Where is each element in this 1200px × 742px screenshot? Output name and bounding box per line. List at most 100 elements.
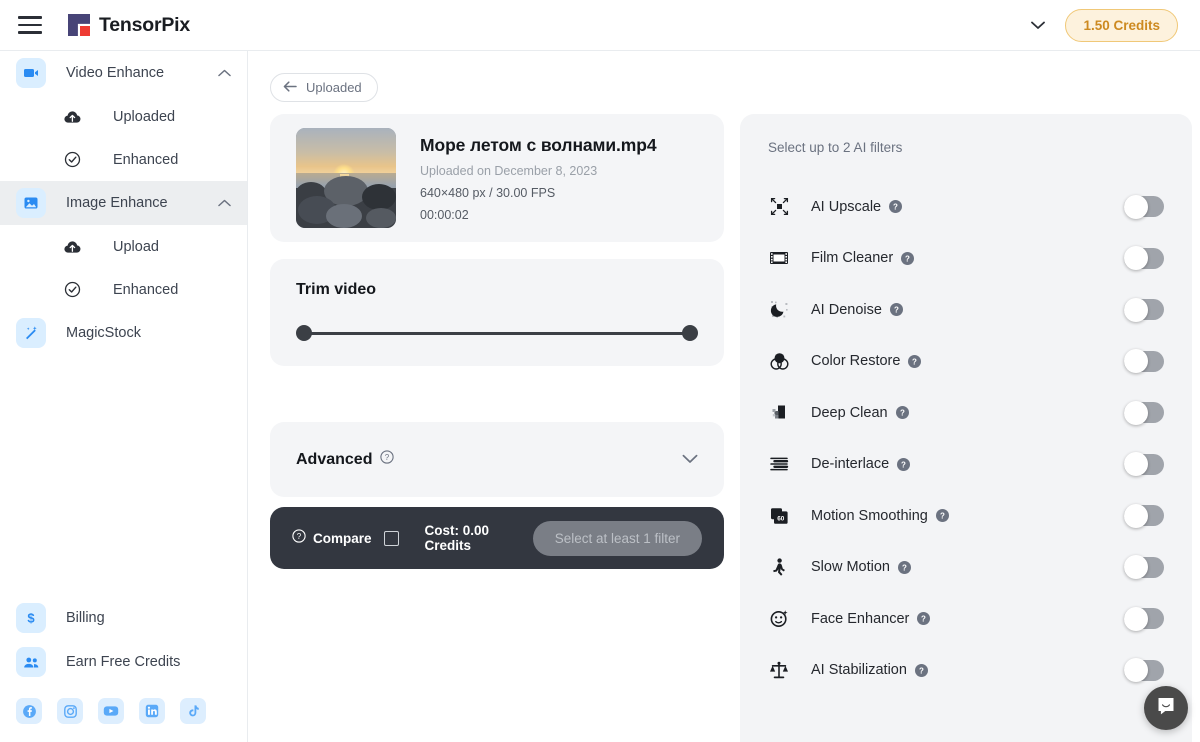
chat-launcher-button[interactable]: [1144, 686, 1188, 730]
filter-toggle[interactable]: [1124, 349, 1164, 374]
advanced-section[interactable]: Advanced ?: [270, 422, 724, 497]
compare-control[interactable]: ? Compare: [292, 528, 399, 548]
brand-logo[interactable]: TensorPix: [68, 14, 190, 37]
film-strip-icon: [768, 250, 790, 266]
help-circle-icon[interactable]: ?: [292, 528, 306, 548]
sidebar-sublabel: Upload: [113, 238, 159, 255]
filter-toggle[interactable]: [1124, 658, 1164, 683]
sidebar-bottom: $ Billing Earn Free Credits: [0, 596, 247, 742]
filter-toggle[interactable]: [1124, 452, 1164, 477]
submit-button[interactable]: Select at least 1 filter: [532, 520, 702, 556]
filter-row-ai-upscale[interactable]: AI Upscale ?: [768, 181, 1164, 233]
moon-noise-icon: [768, 300, 790, 319]
filter-toggle[interactable]: [1124, 503, 1164, 528]
tensorpix-logo-icon: [68, 14, 90, 36]
chevron-up-icon[interactable]: [218, 64, 231, 82]
image-icon: [16, 188, 46, 218]
face-sparkle-icon: [768, 609, 790, 628]
action-bar: ? Compare Cost: 0.00 Credits Select at l…: [270, 507, 724, 569]
credits-button[interactable]: 1.50 Credits: [1065, 8, 1178, 42]
check-circle-icon: [57, 145, 87, 175]
filter-row-color-restore[interactable]: Color Restore ?: [768, 336, 1164, 388]
filter-row-deep-clean[interactable]: Deep Clean ?: [768, 387, 1164, 439]
help-circle-icon[interactable]: ?: [914, 663, 928, 677]
trim-video-title: Trim video: [296, 281, 377, 298]
sidebar-item-video-enhance[interactable]: Video Enhance: [0, 51, 247, 95]
sidebar-item-video-enhanced[interactable]: Enhanced: [0, 138, 247, 181]
filter-row-film-cleaner[interactable]: Film Cleaner ?: [768, 233, 1164, 285]
filter-toggle[interactable]: [1124, 246, 1164, 271]
filter-toggle[interactable]: [1124, 555, 1164, 580]
youtube-icon[interactable]: [98, 698, 124, 724]
trim-range-slider[interactable]: [296, 325, 698, 341]
trim-handle-start[interactable]: [296, 325, 312, 341]
sidebar-item-image-upload[interactable]: Upload: [0, 225, 247, 268]
sidebar-sublabel: Enhanced: [113, 151, 179, 168]
help-circle-icon[interactable]: ?: [897, 457, 911, 471]
app-root: TensorPix 1.50 Credits Video Enhance Upl…: [0, 0, 1200, 742]
sidebar-item-billing[interactable]: $ Billing: [0, 596, 247, 640]
help-circle-icon[interactable]: ?: [917, 612, 931, 626]
help-circle-icon[interactable]: ?: [901, 251, 915, 265]
sidebar-label: Video Enhance: [66, 65, 165, 81]
filters-heading: Select up to 2 AI filters: [768, 140, 903, 155]
svg-text:?: ?: [385, 453, 390, 462]
svg-text:?: ?: [940, 512, 945, 521]
ai-filters-panel: Select up to 2 AI filters AI Upscale ? F…: [740, 114, 1192, 742]
chevron-up-icon[interactable]: [218, 194, 231, 212]
filter-row-motion-smoothing[interactable]: 60 Motion Smoothing ?: [768, 490, 1164, 542]
help-circle-icon[interactable]: ?: [380, 450, 395, 469]
back-button[interactable]: Uploaded: [270, 73, 378, 102]
instagram-icon[interactable]: [57, 698, 83, 724]
help-circle-icon[interactable]: ?: [897, 560, 911, 574]
filter-toggle[interactable]: [1124, 606, 1164, 631]
filter-toggle[interactable]: [1124, 194, 1164, 219]
filter-row-ai-stabilization[interactable]: AI Stabilization ?: [768, 645, 1164, 697]
frames-60-icon: 60: [768, 507, 790, 525]
compare-checkbox[interactable]: [383, 530, 399, 546]
filter-toggle[interactable]: [1124, 297, 1164, 322]
horizontal-lines-icon: [768, 456, 790, 472]
svg-text:?: ?: [919, 666, 924, 675]
cost-label: Cost: 0.00 Credits: [424, 523, 490, 553]
sidebar-item-earn-free-credits[interactable]: Earn Free Credits: [0, 640, 247, 684]
color-circles-icon: [768, 352, 790, 371]
people-icon: [16, 647, 46, 677]
chevron-down-icon[interactable]: [1025, 12, 1051, 38]
tiktok-icon[interactable]: [180, 698, 206, 724]
filter-label: Deep Clean: [811, 404, 888, 421]
chevron-down-icon[interactable]: [682, 451, 698, 469]
filter-row-ai-denoise[interactable]: AI Denoise ?: [768, 284, 1164, 336]
sidebar-item-image-enhance[interactable]: Image Enhance: [0, 181, 247, 225]
linkedin-icon[interactable]: [139, 698, 165, 724]
file-name: Море летом с волнами.mp4: [420, 134, 657, 155]
svg-text:?: ?: [900, 409, 905, 418]
compare-label: Compare: [313, 530, 372, 546]
help-circle-icon[interactable]: ?: [895, 406, 909, 420]
file-upload-date: Uploaded on December 8, 2023: [420, 163, 598, 178]
hamburger-icon[interactable]: [18, 16, 42, 34]
help-circle-icon[interactable]: ?: [889, 200, 903, 214]
help-circle-icon[interactable]: ?: [889, 303, 903, 317]
sidebar-item-magicstock[interactable]: MagicStock: [0, 311, 247, 355]
magic-wand-icon: [16, 318, 46, 348]
filter-row-slow-motion[interactable]: Slow Motion ?: [768, 542, 1164, 594]
filter-label: De-interlace: [811, 456, 890, 473]
facebook-icon[interactable]: [16, 698, 42, 724]
sidebar-label: Billing: [66, 610, 105, 626]
balance-scale-icon: [768, 661, 790, 680]
filter-label: AI Denoise: [811, 301, 882, 318]
svg-text:?: ?: [902, 563, 907, 572]
trim-handle-end[interactable]: [682, 325, 698, 341]
dollar-icon: $: [16, 603, 46, 633]
filter-toggle[interactable]: [1124, 400, 1164, 425]
sidebar-item-image-enhanced[interactable]: Enhanced: [0, 268, 247, 311]
filter-row-de-interlace[interactable]: De-interlace ?: [768, 439, 1164, 491]
back-button-label: Uploaded: [306, 80, 362, 95]
help-circle-icon[interactable]: ?: [935, 509, 949, 523]
svg-text:?: ?: [901, 460, 906, 469]
svg-text:?: ?: [913, 357, 918, 366]
sidebar-item-video-uploaded[interactable]: Uploaded: [0, 95, 247, 138]
help-circle-icon[interactable]: ?: [908, 354, 922, 368]
filter-row-face-enhancer[interactable]: Face Enhancer ?: [768, 593, 1164, 645]
